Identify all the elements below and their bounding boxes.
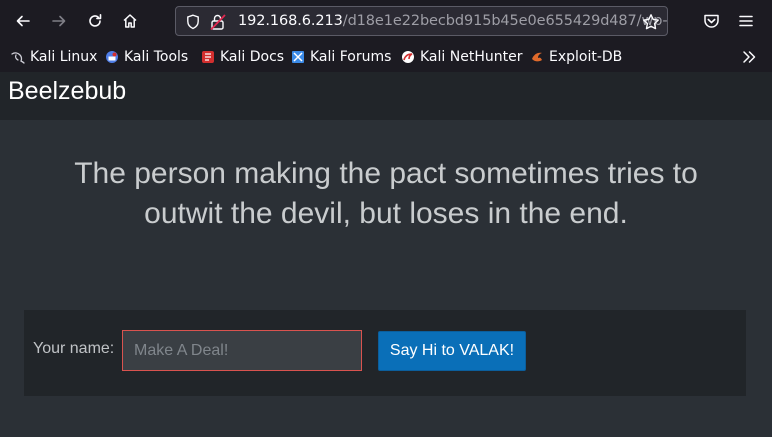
bookmarks-toolbar: Kali Linux Kali Tools Kali Docs Kali For… [0,42,772,73]
site-title: Beelzebub [8,77,127,105]
home-icon [123,14,137,28]
bookmark-label: Kali Docs [220,49,285,65]
kali-docs-icon [202,51,214,63]
bookmark-kali-forums[interactable]: Kali Forums [291,48,391,66]
site-header: Beelzebub [0,72,772,120]
url-host: 192.168.6.213 [238,13,343,29]
back-button[interactable] [11,9,35,33]
hamburger-menu-icon [739,15,753,27]
pocket-icon [703,14,719,28]
reload-button[interactable] [83,9,107,33]
bookmark-exploit-db[interactable]: Exploit-DB [530,48,622,66]
name-label: Your name: [33,340,115,357]
bookmark-label: Exploit-DB [549,49,623,65]
chevron-double-right-icon [743,51,756,63]
arrow-right-icon [52,15,66,27]
tagline-line-1: The person making the pact sometimes tri… [74,157,698,190]
bookmark-kali-linux[interactable]: Kali Linux [11,48,97,66]
bookmark-kali-tools[interactable]: Kali Tools [105,48,188,66]
tagline: The person making the pact sometimes tri… [0,154,772,234]
tagline-line-2: outwit the devil, but loses in the end. [144,197,628,230]
kali-tools-icon [106,51,118,63]
browser-toolbar: 192.168.6.213/d18e1e22becbd915b45e0e6554… [0,0,772,42]
insecure-lock-icon [210,14,226,31]
arrow-left-icon [16,15,30,27]
bookmark-star-icon[interactable] [642,13,660,31]
url-bar[interactable]: 192.168.6.213/d18e1e22becbd915b45e0e6554… [175,6,668,36]
deal-form: Your name: Say Hi to VALAK! [24,310,746,396]
say-hi-button[interactable]: Say Hi to VALAK! [378,331,526,371]
bookmark-label: Kali NetHunter [420,49,523,65]
bookmark-kali-docs[interactable]: Kali Docs [201,48,284,66]
bookmark-label: Kali Tools [124,49,189,65]
bookmark-label: Kali Forums [310,49,392,65]
pocket-button[interactable] [699,9,723,33]
kali-forums-icon [292,51,304,63]
bookmark-label: Kali Linux [30,49,98,65]
bookmark-kali-nethunter[interactable]: Kali NetHunter [401,48,522,66]
forward-button[interactable] [47,9,71,33]
name-input[interactable] [122,330,362,371]
bookmarks-overflow-button[interactable] [741,48,757,66]
exploit-db-icon [532,52,542,62]
menu-button[interactable] [734,9,758,33]
kali-dragon-icon [11,52,25,64]
reload-icon [89,14,102,27]
url-text[interactable]: 192.168.6.213/d18e1e22becbd915b45e0e6554… [238,13,667,29]
nethunter-icon [402,51,414,63]
url-path: /d18e1e22becbd915b45e0e655429d487/wp- [342,13,668,29]
shield-icon [187,14,199,30]
home-button[interactable] [118,9,142,33]
